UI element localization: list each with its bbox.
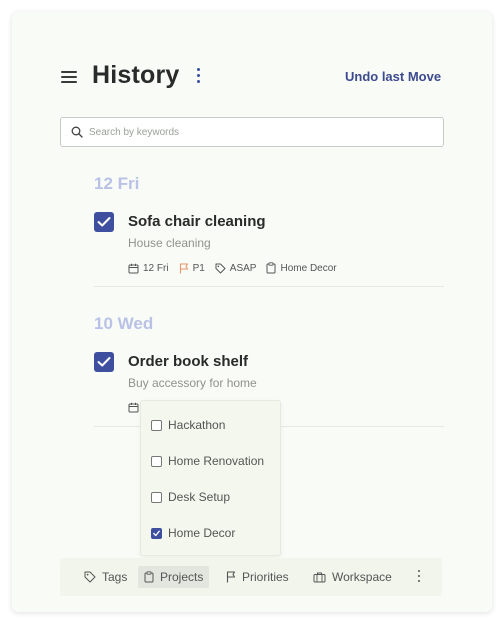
task-subtitle: Buy accessory for home [128,376,257,390]
project-option-label: Home Decor [168,526,236,540]
search-bar[interactable] [60,117,444,147]
flag-icon [179,262,188,273]
clipboard-icon [144,571,154,583]
date-heading: 12 Fri [94,174,140,193]
task-title[interactable]: Order book shelf [128,353,248,370]
projects-button[interactable]: Projects [138,566,210,588]
task-project[interactable]: Home Decor [266,262,337,274]
task-meta: 12 Fri P1 ASAP Home Decor [128,262,347,274]
checkbox[interactable] [151,419,162,431]
task-checkbox[interactable] [94,212,114,232]
task-title[interactable]: Sofa chair cleaning [128,213,266,230]
checkmark-icon [153,530,160,536]
task-date-label: 12 Fri [143,262,169,274]
tag-icon [84,571,96,583]
project-option-desk-setup[interactable]: Desk Setup [151,490,230,504]
priorities-label: Priorities [242,570,289,584]
checkmark-icon [97,217,111,227]
project-option-label: Desk Setup [168,490,231,504]
priorities-button[interactable]: Priorities [226,566,289,588]
checkbox[interactable] [151,455,162,467]
date-heading: 10 Wed [94,314,154,333]
bottom-toolbar: Tags Projects Priorities Workspace [60,558,442,596]
search-input[interactable] [87,121,436,143]
search-icon [71,126,83,138]
projects-label: Projects [160,570,204,584]
task-tag-label: ASAP [229,262,257,274]
toolbar-more-icon[interactable] [416,570,424,584]
calendar-icon [128,402,139,413]
clipboard-icon [266,262,276,274]
divider [94,286,444,287]
task-subtitle: House cleaning [128,236,211,250]
history-card: History Undo last Move 12 Fri Sofa chair… [12,12,492,612]
project-option-home-decor[interactable]: Home Decor [151,526,235,540]
task-tag[interactable]: ASAP [215,262,257,274]
flag-icon [226,571,236,583]
task-date[interactable]: 12 Fri [128,263,169,274]
task-priority[interactable]: P1 [179,263,205,274]
project-option-home-renovation[interactable]: Home Renovation [151,454,264,468]
checkbox[interactable] [151,527,162,539]
task-priority-label: P1 [192,262,205,274]
task-checkbox[interactable] [94,352,114,372]
checkbox[interactable] [151,491,162,503]
tag-icon [215,263,226,273]
briefcase-icon [313,572,326,582]
menu-icon[interactable] [61,70,79,84]
page-title: History [92,61,180,89]
project-option-hackathon[interactable]: Hackathon [151,418,225,432]
project-option-label: Hackathon [168,418,226,432]
checkmark-icon [97,357,111,367]
tags-label: Tags [102,570,128,584]
tags-button[interactable]: Tags [84,566,127,588]
calendar-icon [128,263,139,273]
workspace-button[interactable]: Workspace [313,566,392,588]
more-options-icon[interactable] [192,66,204,86]
project-dropdown: Hackathon Home Renovation Desk Setup Hom… [140,400,281,556]
undo-last-move-button[interactable]: Undo last Move [345,69,441,84]
project-option-label: Home Renovation [168,454,265,468]
task-project-label: Home Decor [280,262,337,274]
workspace-label: Workspace [332,570,392,584]
